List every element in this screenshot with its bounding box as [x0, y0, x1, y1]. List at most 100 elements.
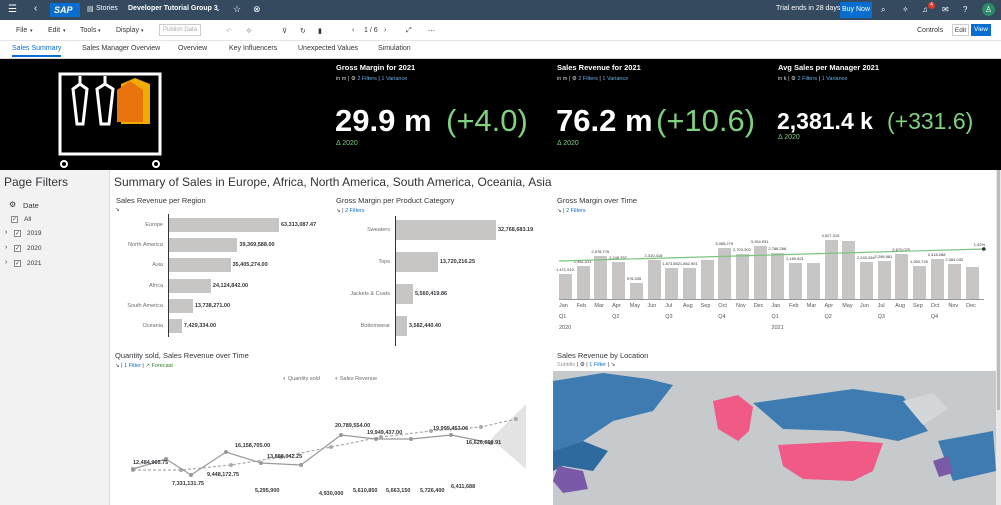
- menu-file[interactable]: File: [16, 27, 27, 34]
- fullscreen-icon[interactable]: ⤢: [406, 27, 412, 35]
- tab-simulation[interactable]: Simulation: [378, 45, 411, 52]
- revenue-label: 20,789,554.00: [335, 423, 371, 429]
- data-label: 39,369,588.00: [239, 242, 275, 249]
- story-title[interactable]: Developer Tutorial Group 3: [128, 5, 218, 12]
- category-label: Europe: [145, 222, 163, 228]
- controls-button[interactable]: Controls: [917, 27, 943, 34]
- kpi-meta: in m | ⚙ 2 Filters | 1 Variance: [336, 76, 408, 82]
- search-icon[interactable]: ⌕: [881, 5, 885, 15]
- kpi-comparison-year: Δ 2020: [336, 140, 358, 147]
- vertical-scrollbar[interactable]: [996, 170, 1001, 505]
- story-canvas: Summary of Sales in Europe, Africa, Nort…: [111, 170, 1001, 505]
- chart-gross-margin-time[interactable]: Gross Margin over Time ↘ | 2 Filters 1,4…: [553, 193, 996, 338]
- bell-icon[interactable]: ♫: [922, 5, 928, 14]
- tab-unexpected-values[interactable]: Unexpected Values: [298, 45, 358, 52]
- category-label: Oceania: [142, 323, 164, 329]
- checkbox-2020[interactable]: ✓: [14, 245, 21, 252]
- quantity-label: 4,930,000: [319, 491, 344, 497]
- help-icon[interactable]: ?: [963, 5, 967, 14]
- trial-text: Trial ends in 28 days: [776, 5, 841, 12]
- world-map[interactable]: [553, 371, 996, 505]
- expand-icon[interactable]: ›: [5, 229, 7, 236]
- data-label: 13,738,271.00: [194, 302, 231, 309]
- menu-display[interactable]: Display: [116, 27, 139, 34]
- publish-data-button[interactable]: Publish Data: [159, 24, 201, 36]
- chart-filter-link[interactable]: ↘ | 2 Filters: [336, 208, 365, 214]
- category-label: Sweaters: [367, 227, 390, 233]
- bar: [396, 252, 438, 272]
- chevron-down-icon: ▾: [141, 28, 144, 34]
- category-label: Tops: [378, 259, 390, 265]
- tab-sales-summary[interactable]: Sales Summary: [12, 45, 62, 57]
- revenue-label: 13,868,042.25: [267, 454, 303, 460]
- data-label: 7,429,334.00: [183, 323, 217, 329]
- star-icon[interactable]: ☆: [233, 4, 241, 15]
- chat-icon[interactable]: ✉: [942, 5, 949, 14]
- category-label: Bottomwear: [360, 323, 390, 329]
- kpi-value: 76.2 m: [556, 103, 653, 138]
- hamburger-icon[interactable]: ☰: [8, 4, 17, 15]
- checkbox-2021[interactable]: ✓: [14, 260, 21, 267]
- revenue-label: 9,448,172.75: [207, 472, 240, 478]
- checkbox-2019[interactable]: ✓: [14, 230, 21, 237]
- trend-line: [558, 247, 986, 262]
- revenue-label: 16,158,705.00: [235, 443, 271, 449]
- share-icon[interactable]: ⊗: [253, 4, 261, 15]
- edit-mode-button[interactable]: Edit: [952, 24, 969, 36]
- category-label: Jackets & Coats: [350, 291, 390, 297]
- back-icon[interactable]: ‹: [34, 3, 37, 14]
- more-icon[interactable]: ⋯: [428, 27, 435, 35]
- menu-tools[interactable]: Tools: [80, 27, 96, 34]
- chevron-down-icon[interactable]: ⌄: [215, 5, 221, 13]
- chart-gross-margin-category[interactable]: Gross Margin per Product Category ↘ | 2 …: [332, 193, 552, 346]
- date-filter-label[interactable]: Date: [23, 201, 39, 210]
- next-page-icon[interactable]: ›: [384, 27, 386, 34]
- lightbulb-icon[interactable]: ✧: [902, 5, 909, 14]
- sap-logo[interactable]: SAP: [50, 3, 80, 17]
- bar: [169, 238, 238, 253]
- drill-icon[interactable]: ↘: [115, 207, 120, 213]
- move-icon[interactable]: ✥: [246, 27, 252, 35]
- expand-icon[interactable]: ›: [5, 244, 7, 251]
- kpi-title: Avg Sales per Manager 2021: [778, 63, 880, 72]
- category-label: North America: [128, 242, 163, 249]
- stories-icon: ▤: [87, 6, 94, 13]
- bar: [396, 220, 496, 240]
- expand-icon[interactable]: ›: [5, 259, 7, 266]
- chart-revenue-per-region[interactable]: Sales Revenue per Region ↘ Europe 63,313,…: [111, 193, 331, 338]
- tab-sales-manager-overview[interactable]: Sales Manager Overview: [82, 45, 160, 52]
- map-sales-by-location[interactable]: Sales Revenue by Location Subtitle | ⚙ |…: [553, 349, 996, 505]
- tab-overview[interactable]: Overview: [178, 45, 207, 52]
- calendar-icon: ⚙: [9, 200, 17, 209]
- avatar[interactable]: ♙: [982, 3, 995, 16]
- kpi-comparison-year: Δ 2020: [778, 134, 800, 141]
- buy-now-button[interactable]: Buy Now: [840, 2, 872, 18]
- bar: [169, 218, 279, 232]
- data-label: 5,560,419.86: [414, 291, 448, 297]
- revenue-label: 19,999,453.06: [433, 426, 469, 432]
- quantity-label: 5,726,400: [420, 488, 445, 494]
- kpi-title: Sales Revenue for 2021: [557, 63, 641, 72]
- refresh-icon[interactable]: ↻: [300, 27, 306, 35]
- clothes-rack-icon: [58, 72, 162, 168]
- page-indicator: 1 / 6: [364, 27, 378, 34]
- bar: [396, 316, 407, 336]
- prev-page-icon[interactable]: ‹: [352, 27, 354, 34]
- shell-bar: ☰ ‹ SAP ▤ Stories Developer Tutorial Gro…: [0, 0, 1001, 20]
- bookmark-icon[interactable]: ▮: [318, 27, 322, 35]
- kpi-meta: in m | ⚙ 2 Filters | 1 Variance: [557, 76, 629, 82]
- kpi-value: 29.9 m: [335, 103, 432, 138]
- undo-icon[interactable]: ↶: [226, 27, 232, 35]
- kpi-delta: (+4.0): [446, 103, 528, 138]
- menu-edit[interactable]: Edit: [48, 27, 60, 34]
- chart-quantity-revenue-time[interactable]: Quantity sold, Sales Revenue over Time ↘…: [111, 349, 551, 505]
- checkbox-all[interactable]: ✓: [11, 216, 18, 223]
- tab-key-influencers[interactable]: Key Influencers: [229, 45, 277, 52]
- data-label: 32,768,683.19: [498, 227, 534, 233]
- filter-icon[interactable]: ⊽: [282, 27, 287, 35]
- category-label: Asia: [152, 262, 163, 269]
- trend-label: 1,92%: [973, 242, 986, 247]
- view-mode-button[interactable]: View: [971, 24, 991, 36]
- data-label: 35,405,274.00: [232, 262, 268, 269]
- app-name[interactable]: Stories: [96, 5, 118, 12]
